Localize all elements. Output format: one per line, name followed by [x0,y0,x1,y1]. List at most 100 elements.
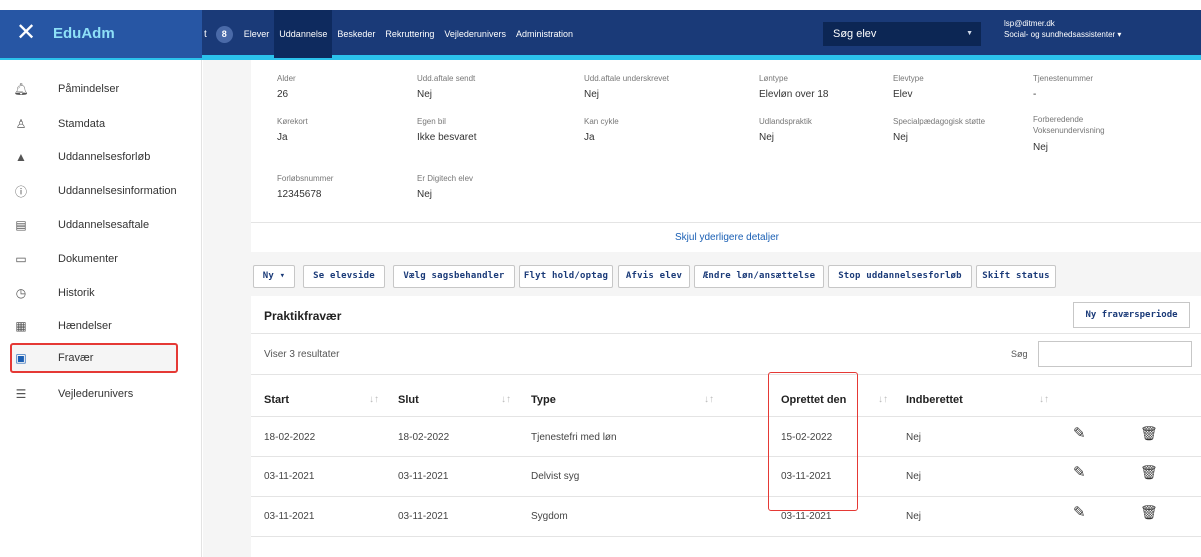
sidebar-item-label: Dokumenter [58,253,118,265]
field-forberedende-voksenundervisning: Forberedende Voksenundervisning Nej [1033,114,1143,153]
student-search-label: Søg elev [833,28,877,40]
nav-item-rekruttering[interactable]: Rekruttering [380,10,439,58]
student-search-select[interactable]: Søg elev ▼ [823,22,981,46]
sidebar-item-stamdata[interactable]: ♙ Stamdata [12,109,178,139]
field-label: Forløbsnummer [277,174,334,183]
sort-icon[interactable]: ↓↑ [878,394,888,405]
cell-oprettet: 03-11-2021 [781,511,832,522]
sidebar-item-uddannelsesinformation[interactable]: ⓘ Uddannelsesinformation [12,176,178,206]
sidebar-item-label: Hændelser [58,320,112,332]
nav-item-vejlederunivers[interactable]: Vejlederunivers [439,10,511,58]
sidebar-item-label: Historik [58,287,95,299]
field-label: Egen bil [417,117,446,126]
sidebar-item-uddannelsesforlob[interactable]: ▲ Uddannelsesforløb [12,142,178,172]
contract-icon: ▤ [15,218,27,232]
field-elevtype: Elevtype Elev [893,74,924,100]
clock-icon: ◷ [15,286,27,300]
field-value: 26 [277,89,289,100]
user-role: Social- og sundhedsassistenter [1004,30,1116,39]
field-label: Udlandspraktik [759,117,812,126]
trash-icon[interactable]: 🗑︎ [1140,504,1158,521]
nav-item-elever[interactable]: Elever [239,10,275,58]
field-specialpaedagogisk-stotte: Specialpædagogisk støtte Nej [893,117,985,143]
move-team-button[interactable]: Flyt hold/optag [519,265,613,288]
divider [251,536,1201,537]
column-header-indberettet[interactable]: Indberettet [906,394,963,406]
sidebar-item-label: Uddannelsesinformation [58,185,177,197]
field-lontype: Løntype Elevløn over 18 [759,74,828,100]
sidebar-item-pamindelser[interactable]: 🔔︎ Påmindelser [12,74,178,104]
nav-item-administration[interactable]: Administration [511,10,578,58]
table-search-input[interactable] [1038,341,1192,367]
close-icon[interactable]: ✕ [16,20,36,46]
app-logo[interactable]: EduAdm [53,25,115,42]
field-alder: Alder 26 [277,74,296,100]
nav-item-uddannelse[interactable]: Uddannelse [274,10,333,58]
column-header-type[interactable]: Type [531,394,556,406]
field-value: Ja [584,132,595,143]
field-udd-aftale-underskrevet: Udd.aftale underskrevet Nej [584,74,669,100]
column-header-start[interactable]: Start [264,394,289,406]
field-value: Nej [893,132,909,143]
field-label: Kørekort [277,117,308,126]
sidebar-item-label: Påmindelser [58,83,120,95]
field-value: Nej [759,132,775,143]
field-egen-bil: Egen bil Ikke besvaret [417,117,476,143]
column-header-slut[interactable]: Slut [398,394,419,406]
field-value: Nej [417,89,433,100]
nav-cut-label[interactable]: t [204,29,207,40]
pencil-icon[interactable]: ✎ [1073,503,1086,521]
sidebar-item-fravaer[interactable]: ▣ Fravær [10,343,178,373]
change-status-button[interactable]: Skift status [976,265,1056,288]
field-korekort: Kørekort Ja [277,117,308,143]
cell-start: 03-11-2021 [264,511,315,522]
top-bar: ✕ EduAdm t 8 Elever Uddannelse Beskeder … [0,0,1201,60]
change-salary-button[interactable]: Ændre løn/ansættelse [694,265,824,288]
field-label: Forberedende Voksenundervisning [1033,115,1105,135]
sidebar-item-haendelser[interactable]: ▦ Hændelser [12,311,178,341]
stop-education-button[interactable]: Stop uddannelsesforløb [828,265,972,288]
field-label: Alder [277,74,296,83]
info-icon: ⓘ [14,184,27,199]
cell-start: 18-02-2022 [264,432,316,443]
choose-caseworker-button[interactable]: Vælg sagsbehandler [393,265,515,288]
new-absence-period-button[interactable]: Ny fraværsperiode [1073,302,1190,328]
sort-icon[interactable]: ↓↑ [704,394,714,405]
sidebar-item-vejlederunivers[interactable]: ☰ Vejlederunivers [12,379,178,409]
pencil-icon[interactable]: ✎ [1073,424,1086,442]
divider [251,374,1201,375]
person-icon: ♙ [15,117,27,131]
search-label: Søg [1011,349,1028,359]
cell-slut: 18-02-2022 [398,432,450,443]
field-label: Løntype [759,74,788,83]
sidebar-item-dokumenter[interactable]: ▭ Dokumenter [12,244,178,274]
cell-indberettet: Nej [906,432,922,443]
trash-icon[interactable]: 🗑︎ [1140,464,1158,481]
nav-item-beskeder[interactable]: Beskeder [332,10,380,58]
field-udlandspraktik: Udlandspraktik Nej [759,117,812,143]
trash-icon[interactable]: 🗑︎ [1140,425,1158,442]
sidebar-item-uddannelsesaftale[interactable]: ▤ Uddannelsesaftale [12,210,178,240]
sort-icon[interactable]: ↓↑ [1039,394,1049,405]
chart-icon: ▣ [15,351,27,365]
new-dropdown-button[interactable]: Ny ▾ [253,265,295,288]
sidebar-item-label: Uddannelsesaftale [58,219,150,231]
user-menu[interactable]: lsp@ditmer.dk Social- og sundhedsassiste… [1004,18,1121,40]
cell-indberettet: Nej [906,511,922,522]
divider [251,222,1201,223]
field-value: Ikke besvaret [417,132,477,143]
sidebar-item-label: Vejlederunivers [58,388,134,400]
sort-icon[interactable]: ↓↑ [501,394,511,405]
cell-type: Tjenestefri med løn [531,432,617,443]
reject-student-button[interactable]: Afvis elev [618,265,690,288]
sidebar-item-historik[interactable]: ◷ Historik [12,278,178,308]
sort-icon[interactable]: ↓↑ [369,394,379,405]
student-details-card: Alder 26 Udd.aftale sendt Nej Udd.aftale… [251,60,1201,252]
field-tjenestenummer: Tjenestenummer - [1033,74,1093,100]
see-student-page-button[interactable]: Se elevside [303,265,385,288]
hide-details-link[interactable]: Skjul yderligere detaljer [251,232,1201,243]
field-value: - [1033,89,1037,100]
pencil-icon[interactable]: ✎ [1073,463,1086,481]
divider [251,496,1201,497]
notification-badge[interactable]: 8 [215,25,233,43]
